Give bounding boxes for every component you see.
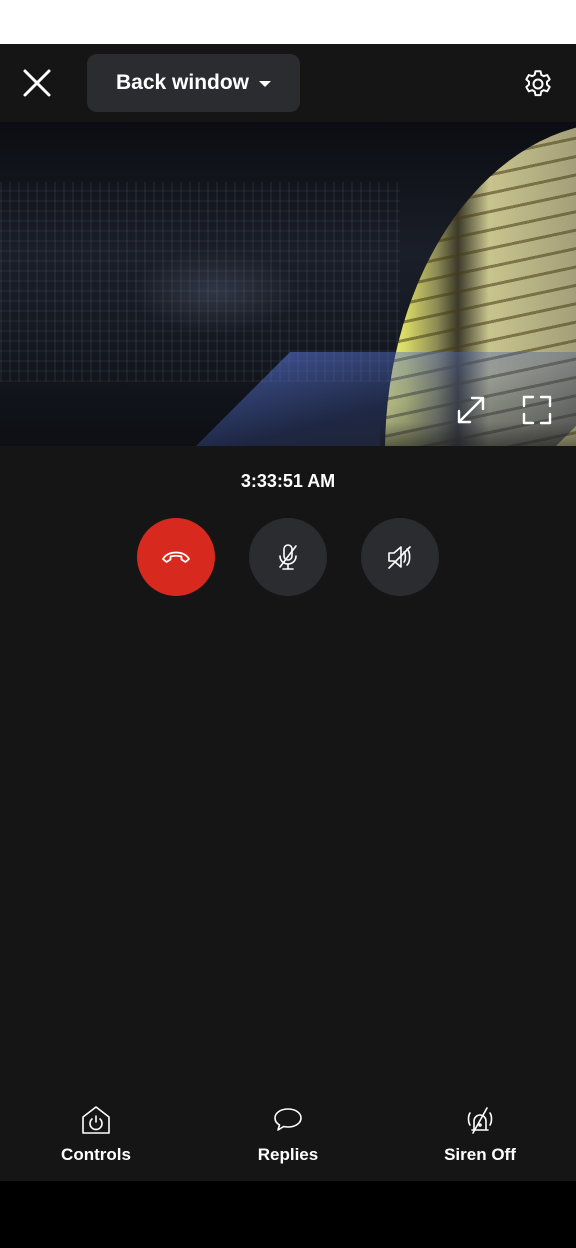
expand-arrows-icon: [457, 396, 485, 424]
fullscreen-button[interactable]: [517, 390, 557, 430]
caret-down-icon: [259, 81, 272, 87]
siren-label: Siren Off: [444, 1145, 516, 1164]
siren-button[interactable]: Siren Off: [384, 1101, 576, 1181]
hang-up-button[interactable]: [137, 518, 215, 596]
top-bar: Back window: [0, 44, 576, 122]
bottom-action-bar: Controls Replies Siren Off: [0, 1101, 576, 1181]
speech-bubble-icon: [274, 1108, 302, 1131]
hang-up-phone-icon: [162, 551, 190, 563]
settings-button[interactable]: [520, 66, 556, 102]
home-power-icon: [82, 1106, 110, 1134]
microphone-toggle-button[interactable]: [249, 518, 327, 596]
close-button[interactable]: [18, 64, 56, 102]
expand-button[interactable]: [451, 390, 491, 430]
close-icon: [23, 69, 51, 97]
replies-button[interactable]: Replies: [192, 1101, 384, 1181]
system-navigation-area: [0, 1181, 576, 1248]
speaker-off-icon: [388, 546, 411, 569]
fullscreen-icon: [522, 395, 552, 425]
replies-label: Replies: [257, 1145, 319, 1164]
speaker-toggle-button[interactable]: [361, 518, 439, 596]
status-bar: [0, 0, 576, 44]
live-view-screen: Back window 3:33:51 AM Controls Replies …: [0, 44, 576, 1181]
live-video-feed[interactable]: [0, 122, 576, 446]
live-timestamp: 3:33:51 AM: [240, 471, 336, 491]
camera-selector[interactable]: Back window: [87, 54, 300, 112]
controls-button[interactable]: Controls: [0, 1101, 192, 1181]
gear-icon: [525, 70, 551, 97]
siren-off-icon: [467, 1107, 493, 1134]
controls-label: Controls: [61, 1145, 131, 1164]
microphone-off-icon: [279, 544, 297, 570]
camera-name: Back window: [115, 71, 250, 94]
